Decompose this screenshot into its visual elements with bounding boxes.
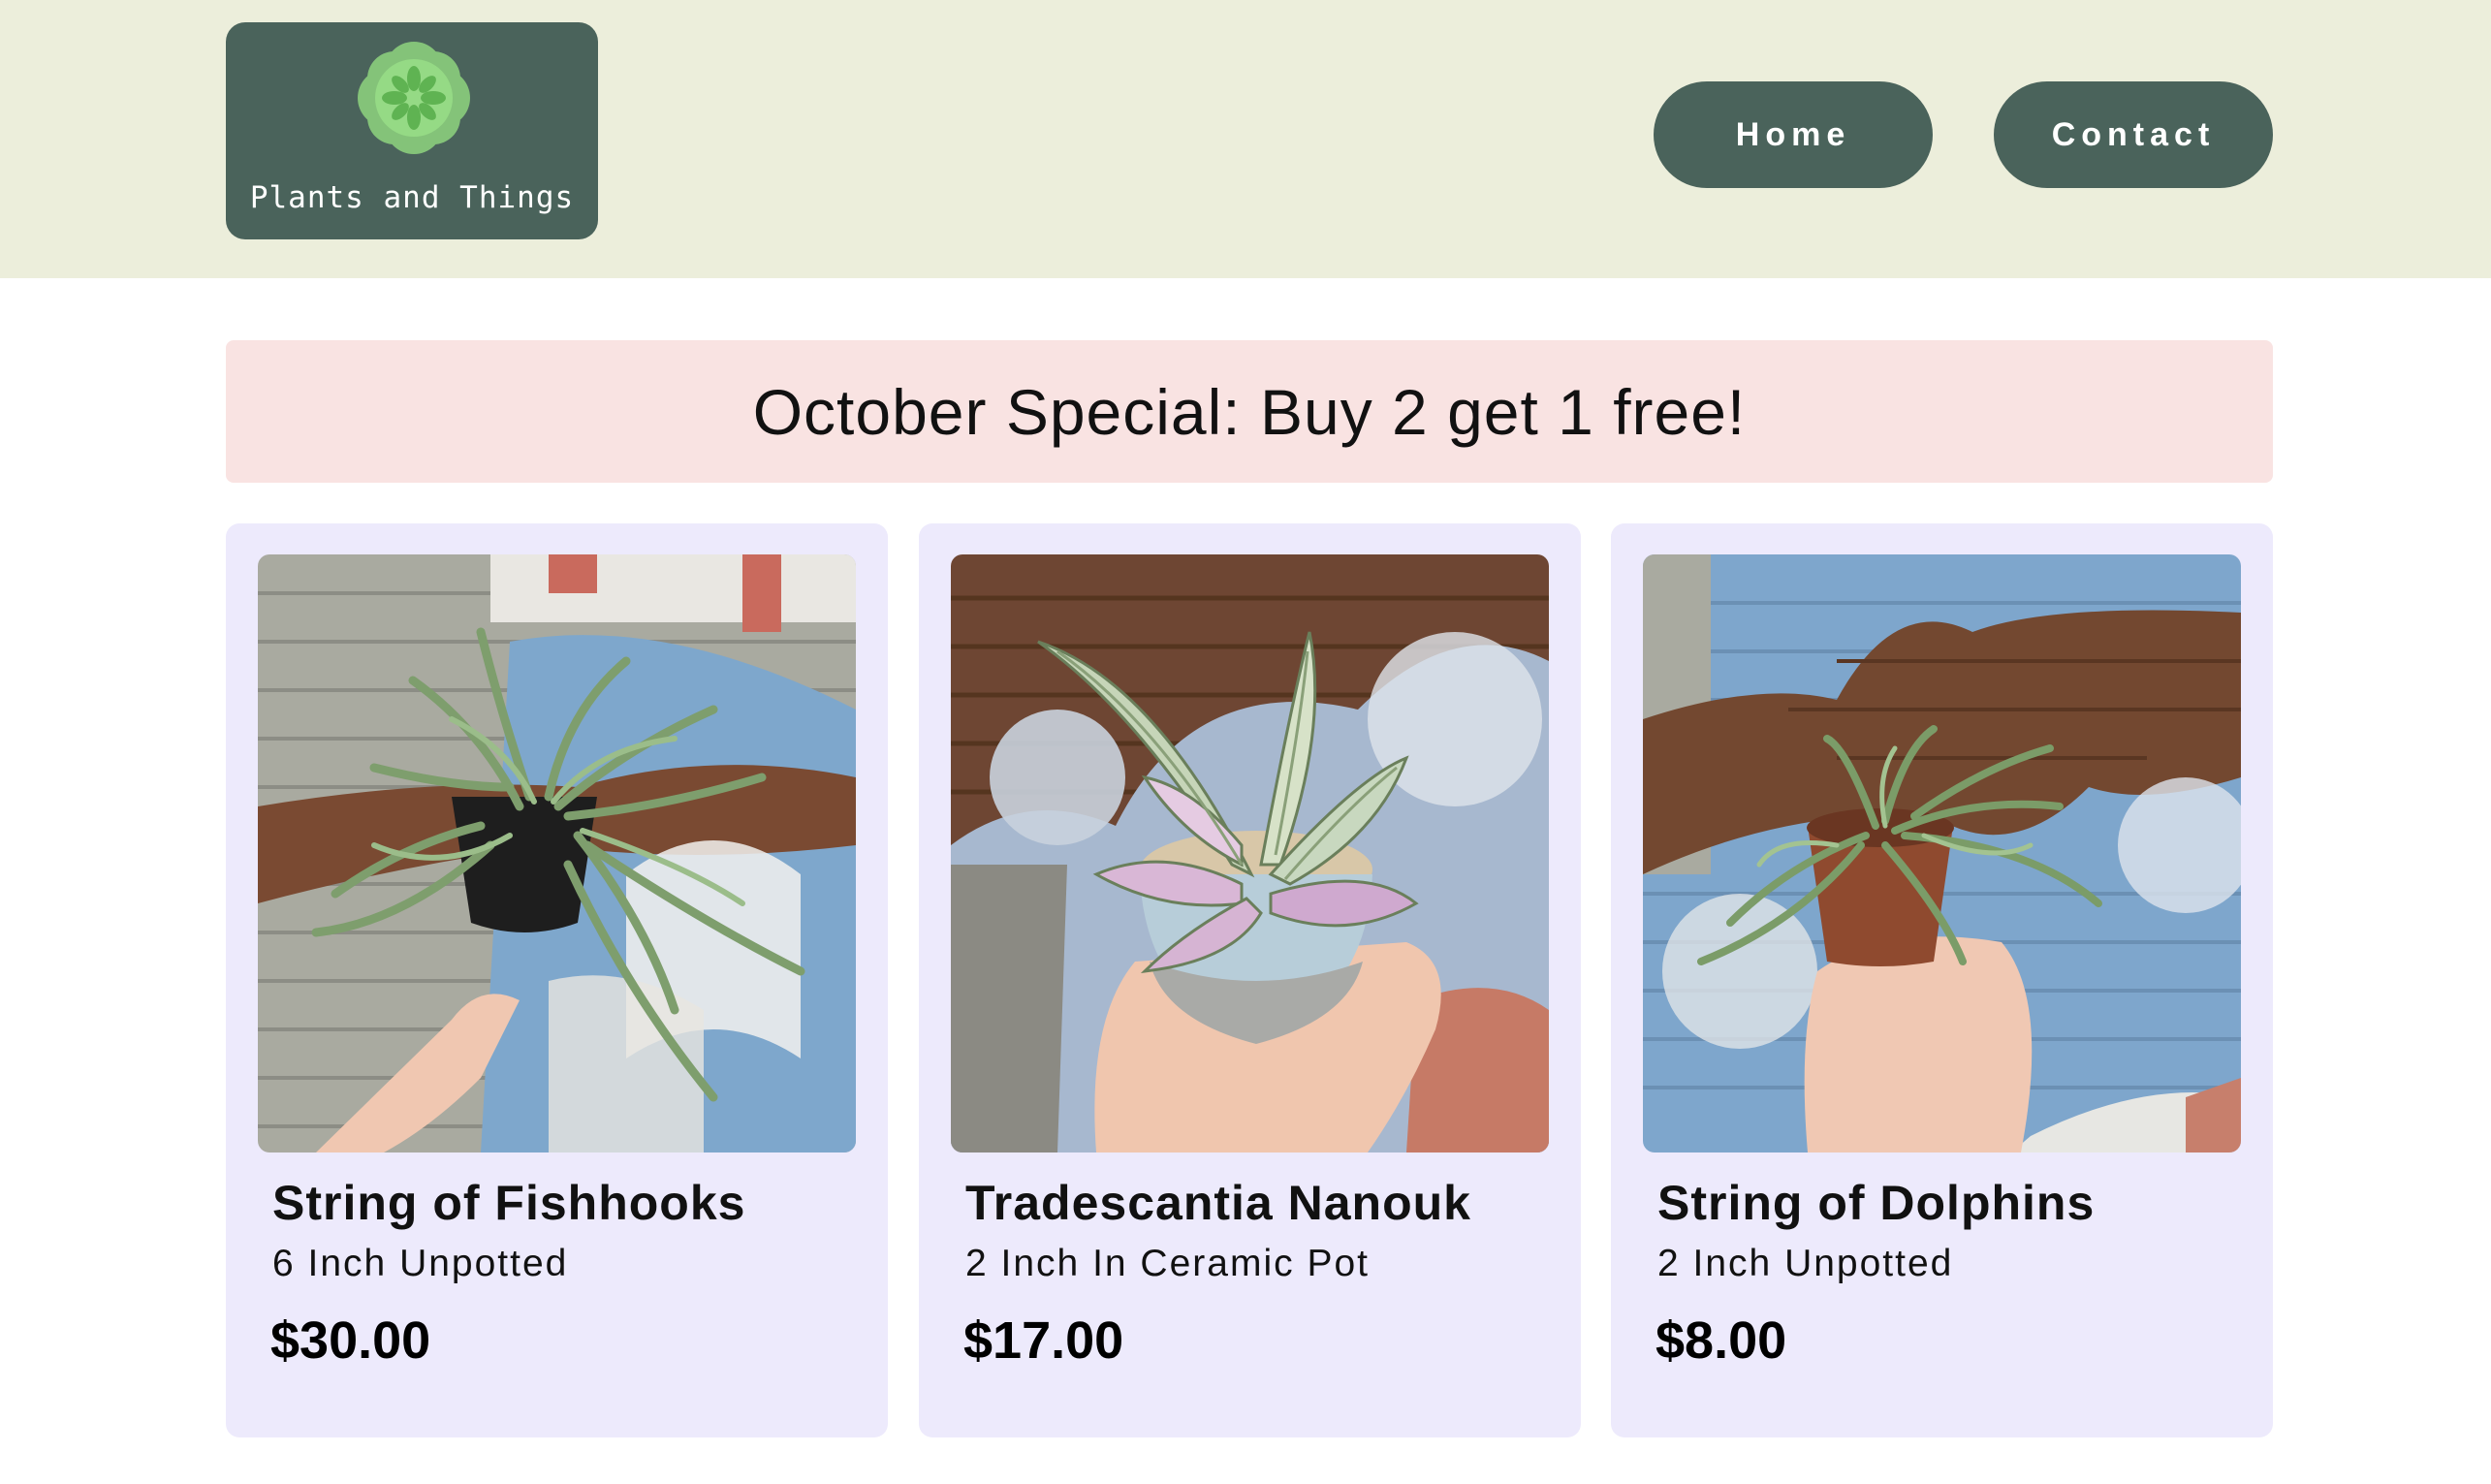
flower-logo-icon <box>358 42 470 154</box>
product-price: $8.00 <box>1655 1311 1787 1370</box>
logo-text: Plants and Things <box>249 180 575 215</box>
product-price: $30.00 <box>270 1311 431 1370</box>
product-size: 6 Inch Unpotted <box>272 1243 569 1284</box>
contact-nav-button[interactable]: Contact <box>1994 81 2273 188</box>
product-name[interactable]: String of Fishhooks <box>272 1175 745 1231</box>
home-nav-button[interactable]: Home <box>1654 81 1933 188</box>
product-price: $17.00 <box>963 1311 1124 1370</box>
product-card[interactable]: String of Fishhooks 6 Inch Unpotted $30.… <box>226 523 888 1437</box>
product-image[interactable] <box>1643 554 2241 1152</box>
product-card[interactable]: Tradescantia Nanouk 2 Inch In Ceramic Po… <box>919 523 1581 1437</box>
product-name[interactable]: Tradescantia Nanouk <box>965 1175 1471 1231</box>
product-size: 2 Inch Unpotted <box>1657 1243 1954 1284</box>
product-image[interactable] <box>951 554 1549 1152</box>
product-size: 2 Inch In Ceramic Pot <box>965 1243 1370 1284</box>
site-header: Plants and Things Home Contact <box>0 0 2491 278</box>
logo[interactable]: Plants and Things <box>226 22 598 239</box>
plant-photo-icon <box>258 554 856 1152</box>
product-name[interactable]: String of Dolphins <box>1657 1175 2095 1231</box>
plant-photo-icon <box>1643 554 2241 1152</box>
plant-photo-icon <box>951 554 1549 1152</box>
product-image[interactable] <box>258 554 856 1152</box>
product-card[interactable]: String of Dolphins 2 Inch Unpotted $8.00 <box>1611 523 2273 1437</box>
promo-banner: October Special: Buy 2 get 1 free! <box>226 340 2273 483</box>
